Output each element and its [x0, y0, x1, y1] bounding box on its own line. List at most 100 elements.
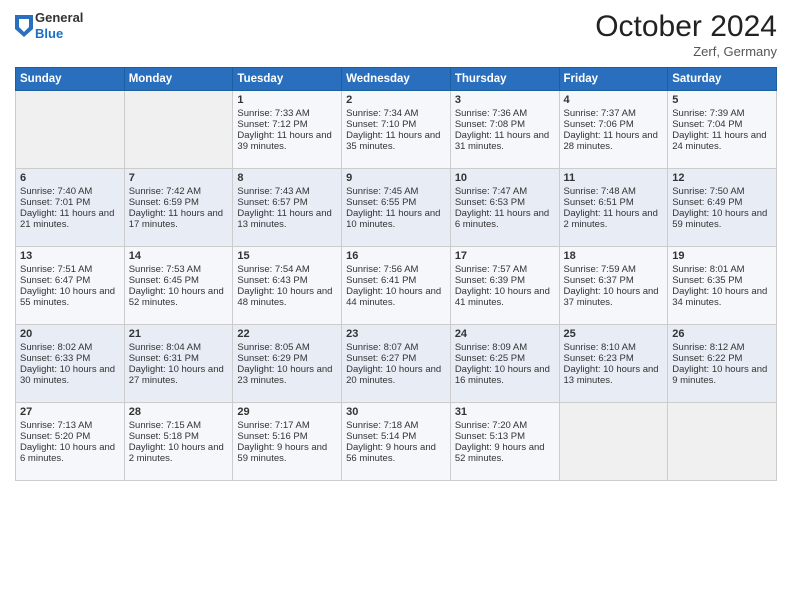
daylight-text: Daylight: 10 hours and 23 minutes. — [237, 364, 332, 386]
sunrise-text: Sunrise: 7:51 AM — [20, 264, 92, 275]
daylight-text: Daylight: 10 hours and 52 minutes. — [129, 286, 224, 308]
header-cell-thursday: Thursday — [450, 68, 559, 91]
calendar-cell: 30Sunrise: 7:18 AMSunset: 5:14 PMDayligh… — [342, 403, 451, 481]
day-number: 21 — [129, 328, 229, 340]
calendar-cell: 6Sunrise: 7:40 AMSunset: 7:01 PMDaylight… — [16, 169, 125, 247]
sunset-text: Sunset: 6:51 PM — [564, 197, 634, 208]
sunrise-text: Sunrise: 7:45 AM — [346, 186, 418, 197]
header-cell-sunday: Sunday — [16, 68, 125, 91]
calendar-cell: 7Sunrise: 7:42 AMSunset: 6:59 PMDaylight… — [124, 169, 233, 247]
sunrise-text: Sunrise: 7:39 AM — [672, 108, 744, 119]
daylight-text: Daylight: 11 hours and 39 minutes. — [237, 130, 331, 152]
sunrise-text: Sunrise: 7:15 AM — [129, 420, 201, 431]
daylight-text: Daylight: 11 hours and 2 minutes. — [564, 208, 658, 230]
day-number: 4 — [564, 94, 664, 106]
calendar-cell: 18Sunrise: 7:59 AMSunset: 6:37 PMDayligh… — [559, 247, 668, 325]
day-number: 24 — [455, 328, 555, 340]
sunset-text: Sunset: 5:13 PM — [455, 431, 525, 442]
sunset-text: Sunset: 6:29 PM — [237, 353, 307, 364]
sunrise-text: Sunrise: 7:56 AM — [346, 264, 418, 275]
day-number: 2 — [346, 94, 446, 106]
logo-general-text: General — [35, 10, 83, 26]
day-number: 23 — [346, 328, 446, 340]
daylight-text: Daylight: 9 hours and 52 minutes. — [455, 442, 545, 464]
calendar-cell: 24Sunrise: 8:09 AMSunset: 6:25 PMDayligh… — [450, 325, 559, 403]
calendar-cell: 5Sunrise: 7:39 AMSunset: 7:04 PMDaylight… — [668, 91, 777, 169]
sunset-text: Sunset: 7:06 PM — [564, 119, 634, 130]
sunset-text: Sunset: 6:43 PM — [237, 275, 307, 286]
day-number: 22 — [237, 328, 337, 340]
header: General Blue October 2024 Zerf, Germany — [15, 10, 777, 59]
logo: General Blue — [15, 10, 83, 41]
daylight-text: Daylight: 11 hours and 10 minutes. — [346, 208, 440, 230]
sunrise-text: Sunrise: 7:37 AM — [564, 108, 636, 119]
week-row-5: 27Sunrise: 7:13 AMSunset: 5:20 PMDayligh… — [16, 403, 777, 481]
sunrise-text: Sunrise: 7:59 AM — [564, 264, 636, 275]
sunset-text: Sunset: 6:25 PM — [455, 353, 525, 364]
sunrise-text: Sunrise: 8:02 AM — [20, 342, 92, 353]
sunrise-text: Sunrise: 8:04 AM — [129, 342, 201, 353]
daylight-text: Daylight: 10 hours and 55 minutes. — [20, 286, 115, 308]
calendar-table: SundayMondayTuesdayWednesdayThursdayFrid… — [15, 67, 777, 481]
day-number: 17 — [455, 250, 555, 262]
calendar-cell: 19Sunrise: 8:01 AMSunset: 6:35 PMDayligh… — [668, 247, 777, 325]
day-number: 16 — [346, 250, 446, 262]
calendar-cell: 27Sunrise: 7:13 AMSunset: 5:20 PMDayligh… — [16, 403, 125, 481]
calendar-cell: 14Sunrise: 7:53 AMSunset: 6:45 PMDayligh… — [124, 247, 233, 325]
sunset-text: Sunset: 6:53 PM — [455, 197, 525, 208]
day-number: 15 — [237, 250, 337, 262]
logo-text: General Blue — [35, 10, 83, 41]
daylight-text: Daylight: 10 hours and 59 minutes. — [672, 208, 767, 230]
day-number: 29 — [237, 406, 337, 418]
sunset-text: Sunset: 7:08 PM — [455, 119, 525, 130]
title-block: October 2024 Zerf, Germany — [595, 10, 777, 59]
daylight-text: Daylight: 11 hours and 24 minutes. — [672, 130, 766, 152]
calendar-cell: 15Sunrise: 7:54 AMSunset: 6:43 PMDayligh… — [233, 247, 342, 325]
daylight-text: Daylight: 10 hours and 16 minutes. — [455, 364, 550, 386]
daylight-text: Daylight: 10 hours and 27 minutes. — [129, 364, 224, 386]
sunset-text: Sunset: 6:49 PM — [672, 197, 742, 208]
calendar-cell: 8Sunrise: 7:43 AMSunset: 6:57 PMDaylight… — [233, 169, 342, 247]
daylight-text: Daylight: 10 hours and 41 minutes. — [455, 286, 550, 308]
header-cell-friday: Friday — [559, 68, 668, 91]
day-number: 19 — [672, 250, 772, 262]
sunrise-text: Sunrise: 7:47 AM — [455, 186, 527, 197]
calendar-cell: 20Sunrise: 8:02 AMSunset: 6:33 PMDayligh… — [16, 325, 125, 403]
calendar-cell: 26Sunrise: 8:12 AMSunset: 6:22 PMDayligh… — [668, 325, 777, 403]
sunrise-text: Sunrise: 7:50 AM — [672, 186, 744, 197]
sunrise-text: Sunrise: 7:54 AM — [237, 264, 309, 275]
sunset-text: Sunset: 6:47 PM — [20, 275, 90, 286]
day-number: 1 — [237, 94, 337, 106]
daylight-text: Daylight: 10 hours and 44 minutes. — [346, 286, 441, 308]
sunset-text: Sunset: 6:22 PM — [672, 353, 742, 364]
header-cell-saturday: Saturday — [668, 68, 777, 91]
logo-icon — [15, 15, 33, 37]
calendar-cell: 22 Sunrise: 8:05 AMSunset: 6:29 PMDayligh… — [233, 325, 342, 403]
sunrise-text: Sunrise: 8:01 AM — [672, 264, 744, 275]
daylight-text: Daylight: 11 hours and 21 minutes. — [20, 208, 114, 230]
calendar-cell: 29Sunrise: 7:17 AMSunset: 5:16 PMDayligh… — [233, 403, 342, 481]
sunrise-text: Sunrise: 8:05 AM — [237, 342, 309, 353]
day-number: 12 — [672, 172, 772, 184]
sunrise-text: Sunrise: 7:18 AM — [346, 420, 418, 431]
sunset-text: Sunset: 6:45 PM — [129, 275, 199, 286]
sunset-text: Sunset: 5:18 PM — [129, 431, 199, 442]
daylight-text: Daylight: 11 hours and 28 minutes. — [564, 130, 658, 152]
sunset-text: Sunset: 7:10 PM — [346, 119, 416, 130]
sunrise-text: Sunrise: 8:07 AM — [346, 342, 418, 353]
sunrise-text: Sunrise: 7:42 AM — [129, 186, 201, 197]
daylight-text: Daylight: 9 hours and 56 minutes. — [346, 442, 436, 464]
daylight-text: Daylight: 11 hours and 13 minutes. — [237, 208, 331, 230]
sunset-text: Sunset: 6:35 PM — [672, 275, 742, 286]
sunrise-text: Sunrise: 8:12 AM — [672, 342, 744, 353]
calendar-cell: 21Sunrise: 8:04 AMSunset: 6:31 PMDayligh… — [124, 325, 233, 403]
calendar-cell: 12 Sunrise: 7:50 AMSunset: 6:49 PMDayligh… — [668, 169, 777, 247]
day-number: 18 — [564, 250, 664, 262]
day-number: 5 — [672, 94, 772, 106]
calendar-cell: 25Sunrise: 8:10 AMSunset: 6:23 PMDayligh… — [559, 325, 668, 403]
header-cell-wednesday: Wednesday — [342, 68, 451, 91]
title-month: October 2024 — [595, 10, 777, 44]
day-number: 25 — [564, 328, 664, 340]
day-number: 20 — [20, 328, 120, 340]
sunrise-text: Sunrise: 7:20 AM — [455, 420, 527, 431]
